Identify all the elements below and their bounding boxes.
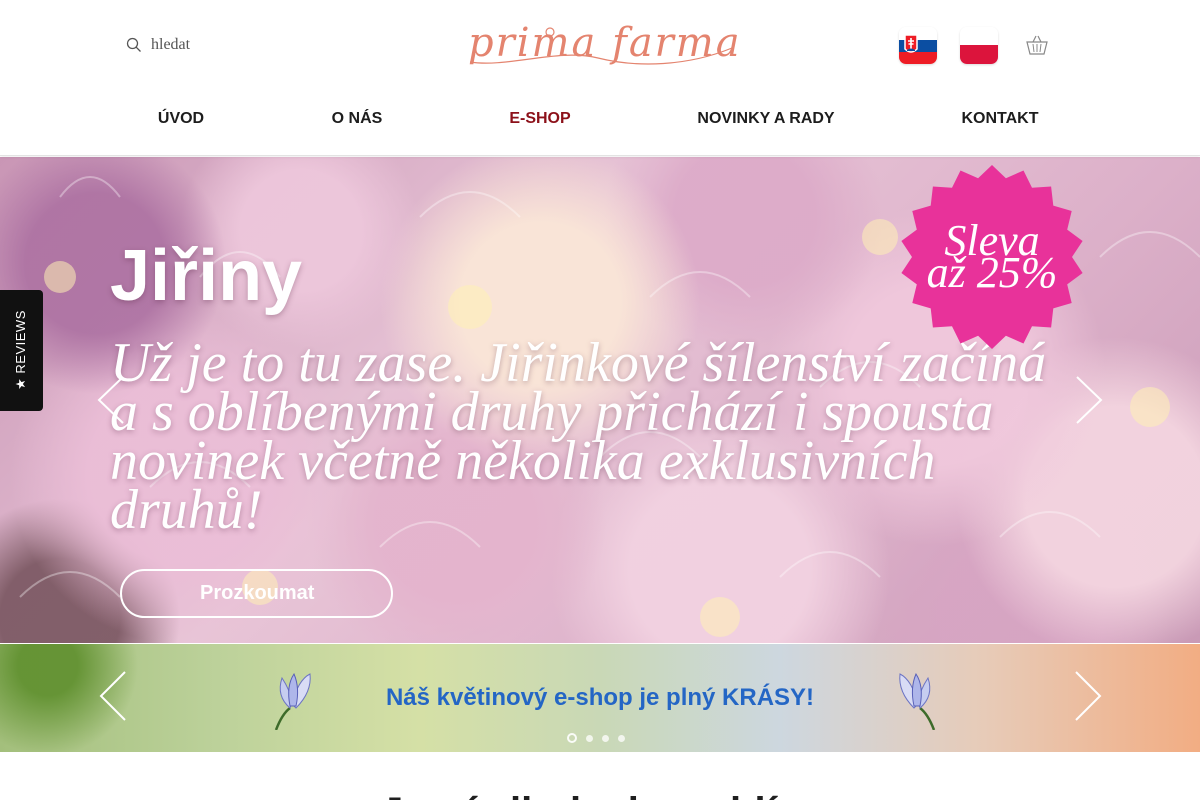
search-input[interactable] [151, 36, 311, 54]
slovak-flag-icon [899, 27, 937, 64]
nav-item-e-shop[interactable]: E-SHOP [509, 110, 570, 128]
nav-item-novinky-a-rady[interactable]: NOVINKY A RADY [697, 110, 834, 128]
chevron-right-icon[interactable] [1074, 375, 1104, 425]
slide-dot-2[interactable] [586, 734, 593, 742]
basket-icon [1026, 35, 1048, 55]
nav-item-o-nas[interactable]: O NÁS [332, 110, 383, 128]
hero-title: Jiřiny [110, 236, 303, 316]
reviews-tab-label: ★ REVIEWS [13, 310, 28, 390]
banner-text: Náš květinový e-shop je plný KRÁSY! [385, 684, 815, 711]
cart-button[interactable] [1025, 34, 1049, 56]
language-polish-button[interactable] [960, 27, 998, 64]
reviews-tab[interactable]: ★ REVIEWS [0, 290, 43, 411]
section-heading: Jarní cibuloviny a hlízy [0, 790, 1200, 800]
hero-description: Už je to tu zase. Jiřinkové šílenství za… [110, 332, 1047, 541]
slide-dot-1[interactable] [567, 733, 577, 743]
hero-slider: Jiřiny Už je to tu zase. Jiřinkové šílen… [0, 157, 1200, 643]
slide-dot-3[interactable] [602, 734, 609, 742]
nav-item-kontakt[interactable]: KONTAKT [961, 110, 1038, 128]
nav-item-uvod[interactable]: ÚVOD [158, 110, 204, 128]
star-icon: ★ [13, 377, 28, 390]
search-icon[interactable] [126, 37, 142, 53]
language-slovak-button[interactable] [899, 27, 937, 64]
promo-banner-slider: Náš květinový e-shop je plný KRÁSY! [0, 644, 1200, 752]
crocus-flower-icon [899, 672, 936, 730]
polish-flag-icon [960, 27, 998, 64]
slide-indicators [567, 733, 625, 743]
main-navigation: ÚVOD O NÁS E-SHOP NOVINKY A RADY KONTAKT [0, 110, 1200, 134]
slide-dot-4[interactable] [618, 734, 625, 742]
logo-text: prima farma [468, 20, 742, 66]
chevron-left-icon[interactable] [96, 375, 126, 425]
banner-chevron-right-icon[interactable] [1073, 670, 1103, 722]
badge-line-2: až 25% [926, 248, 1058, 297]
site-header: prima farma ÚVOD O NÁS E-SHOP NOVINKY A … [0, 0, 1200, 156]
search-box[interactable] [126, 32, 326, 58]
site-logo[interactable]: prima farma [468, 18, 742, 78]
discount-badge: Sleva až 25% [898, 163, 1086, 351]
explore-button[interactable]: Prozkoumat [120, 569, 393, 618]
